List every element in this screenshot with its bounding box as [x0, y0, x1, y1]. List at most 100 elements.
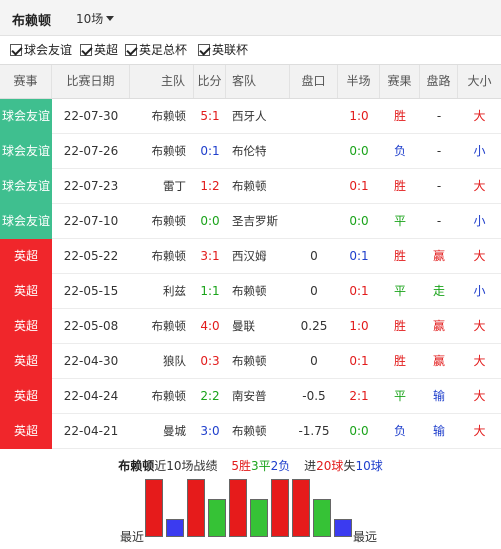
row-result: 胜 [393, 249, 406, 263]
row-home-team[interactable]: 曼城 [130, 414, 194, 449]
row-score[interactable]: 1:2 [194, 169, 226, 204]
form-bar-draw [313, 499, 331, 537]
row-score[interactable]: 4:0 [194, 309, 226, 344]
row-date: 22-07-30 [63, 109, 119, 123]
row-away-team[interactable]: 西汉姆 [226, 239, 290, 274]
row-home-team[interactable]: 布赖顿 [130, 379, 194, 414]
competition-filters: 球会友谊 英超 英足总杯 英联杯 [0, 36, 501, 64]
col-date: 比赛日期 [52, 65, 130, 98]
row-competition[interactable]: 英超 [0, 309, 52, 344]
filter-friendly[interactable]: 球会友谊 [10, 43, 72, 57]
row-over-under: 小 [473, 144, 486, 158]
filter-label: 英联杯 [212, 43, 249, 57]
filter-label: 英超 [94, 43, 119, 57]
col-home: 主队 [130, 65, 194, 98]
row-away-team[interactable]: 布赖顿 [226, 169, 290, 204]
form-bar-win [292, 479, 310, 537]
filter-premier-league[interactable]: 英超 [80, 43, 118, 57]
row-score[interactable]: 5:1 [194, 99, 226, 134]
row-result: 平 [393, 284, 406, 298]
table-row: 英超 22-04-24 布赖顿 2:2 南安普 -0.5 2:1 平 输 大 [0, 379, 501, 414]
filter-league-cup[interactable]: 英联杯 [198, 43, 248, 57]
table-row: 球会友谊 22-07-26 布赖顿 0:1 布伦特 0:0 负 - 小 [0, 134, 501, 169]
row-home-team[interactable]: 雷丁 [130, 169, 194, 204]
row-date: 22-04-30 [63, 354, 119, 368]
row-away-team[interactable]: 曼联 [226, 309, 290, 344]
row-score[interactable]: 0:1 [194, 134, 226, 169]
row-away-team[interactable]: 南安普 [226, 379, 290, 414]
row-result: 平 [393, 389, 406, 403]
checkbox-checked-icon[interactable] [10, 44, 22, 56]
form-bar-win [187, 479, 205, 537]
summary-draws: 3平 [251, 459, 271, 473]
row-handicap-result: - [436, 214, 442, 228]
row-date: 22-05-22 [63, 249, 119, 263]
row-result: 负 [393, 144, 406, 158]
chevron-down-icon [106, 16, 115, 21]
table-row: 英超 22-05-22 布赖顿 3:1 西汉姆 0 0:1 胜 赢 大 [0, 239, 501, 274]
row-handicap-result: - [436, 144, 442, 158]
row-date: 22-07-23 [63, 179, 119, 193]
row-home-team[interactable]: 布赖顿 [130, 134, 194, 169]
checkbox-checked-icon[interactable] [125, 44, 137, 56]
row-home-team[interactable]: 布赖顿 [130, 309, 194, 344]
col-halftime: 半场 [338, 65, 380, 98]
row-halftime: 2:1 [349, 389, 369, 403]
row-competition[interactable]: 球会友谊 [0, 204, 52, 239]
row-handicap-result: 输 [432, 424, 445, 438]
table-row: 球会友谊 22-07-10 布赖顿 0:0 圣吉罗斯 0:0 平 - 小 [0, 204, 501, 239]
col-over-under: 大小 [467, 74, 492, 88]
row-date: 22-05-15 [63, 284, 119, 298]
summary-line: 布赖顿近10场战绩 5胜3平2负 进20球失10球 [0, 457, 501, 477]
row-competition[interactable]: 球会友谊 [0, 99, 52, 134]
row-competition[interactable]: 球会友谊 [0, 134, 52, 169]
row-score[interactable]: 3:0 [194, 414, 226, 449]
row-halftime: 0:0 [349, 214, 369, 228]
checkbox-checked-icon[interactable] [80, 44, 92, 56]
row-halftime: 0:1 [349, 354, 369, 368]
row-away-team[interactable]: 西牙人 [226, 99, 290, 134]
row-result: 负 [393, 424, 406, 438]
row-away-team[interactable]: 布赖顿 [226, 344, 290, 379]
row-score[interactable]: 2:2 [194, 379, 226, 414]
row-handicap: 0.25 [300, 319, 328, 333]
row-competition[interactable]: 英超 [0, 414, 52, 449]
checkbox-checked-icon[interactable] [198, 44, 210, 56]
row-result: 平 [393, 214, 406, 228]
row-competition[interactable]: 球会友谊 [0, 169, 52, 204]
row-handicap [290, 134, 338, 169]
table-row: 英超 22-05-08 布赖顿 4:0 曼联 0.25 1:0 胜 赢 大 [0, 309, 501, 344]
table-row: 球会友谊 22-07-30 布赖顿 5:1 西牙人 1:0 胜 - 大 [0, 99, 501, 134]
match-count-select[interactable]: 10场 [76, 10, 115, 27]
row-away-team[interactable]: 布赖顿 [226, 414, 290, 449]
row-home-team[interactable]: 狼队 [130, 344, 194, 379]
col-away: 客队 [226, 65, 290, 98]
top-bar: 布赖顿 10场 [0, 0, 501, 36]
row-competition[interactable]: 英超 [0, 239, 52, 274]
row-score[interactable]: 1:1 [194, 274, 226, 309]
row-score[interactable]: 0:0 [194, 204, 226, 239]
row-competition[interactable]: 英超 [0, 274, 52, 309]
row-handicap: 0 [310, 249, 318, 263]
row-halftime: 0:1 [349, 284, 369, 298]
row-over-under: 小 [473, 214, 486, 228]
filter-fa-cup[interactable]: 英足总杯 [125, 43, 187, 57]
row-home-team[interactable]: 布赖顿 [130, 99, 194, 134]
row-handicap-result: 赢 [432, 319, 445, 333]
table-row: 英超 22-04-21 曼城 3:0 布赖顿 -1.75 0:0 负 输 大 [0, 414, 501, 449]
row-away-team[interactable]: 布伦特 [226, 134, 290, 169]
row-competition[interactable]: 英超 [0, 344, 52, 379]
row-score[interactable]: 3:1 [194, 239, 226, 274]
row-competition[interactable]: 英超 [0, 379, 52, 414]
row-away-team[interactable]: 圣吉罗斯 [226, 204, 290, 239]
row-score[interactable]: 0:3 [194, 344, 226, 379]
form-bar-draw [250, 499, 268, 537]
row-handicap [290, 99, 338, 134]
summary-losses: 2负 [270, 459, 291, 473]
row-home-team[interactable]: 布赖顿 [130, 204, 194, 239]
form-bar-loss [334, 519, 352, 537]
row-away-team[interactable]: 布赖顿 [226, 274, 290, 309]
row-home-team[interactable]: 布赖顿 [130, 239, 194, 274]
row-home-team[interactable]: 利兹 [130, 274, 194, 309]
filter-label: 球会友谊 [24, 43, 73, 57]
